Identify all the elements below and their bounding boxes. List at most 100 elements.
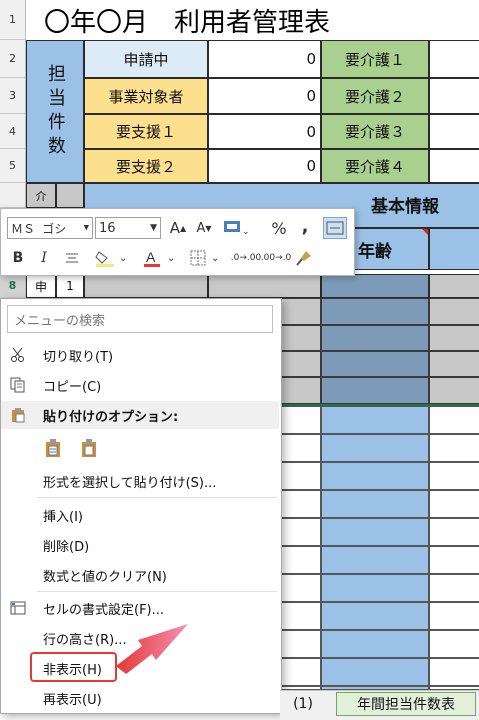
grid-cell[interactable]: [280, 602, 321, 630]
grid-cell[interactable]: [321, 351, 429, 377]
status-cell-1[interactable]: 事業対象者: [84, 78, 208, 114]
row-header-8[interactable]: 8: [0, 274, 26, 298]
menu-item-paste-special[interactable]: 形式を選択して貼り付け(S)...: [1, 467, 279, 495]
grid-cell[interactable]: [429, 462, 479, 490]
count-cell-0[interactable]: 0: [208, 40, 321, 78]
decrease-decimal-button[interactable]: .00→.0: [261, 247, 291, 269]
header-small-a[interactable]: 介: [26, 183, 56, 208]
menu-item-delete[interactable]: 削除(D): [1, 531, 279, 559]
font-name-dropdown[interactable]: ＭＳ ゴシ ▼: [7, 217, 93, 239]
menu-item-clear[interactable]: 数式と値のクリア(N): [1, 561, 279, 589]
sheet-tab-1[interactable]: (1): [280, 692, 326, 716]
care-value-1[interactable]: [429, 78, 479, 114]
menu-search-input[interactable]: メニューの検索: [7, 305, 273, 333]
grid-cell[interactable]: [321, 658, 429, 686]
sheet-tab-annual[interactable]: 年間担当件数表: [336, 692, 476, 716]
row8-cell-e[interactable]: [429, 274, 479, 298]
grid-cell[interactable]: [429, 602, 479, 630]
accounting-format-button[interactable]: ⌄: [219, 217, 251, 239]
row8-age-cell[interactable]: [321, 274, 429, 298]
grid-cell[interactable]: [321, 325, 429, 351]
grid-cell[interactable]: [280, 325, 321, 351]
grid-cell[interactable]: [429, 434, 479, 462]
menu-item-copy[interactable]: コピー(C): [1, 371, 279, 399]
grid-cell[interactable]: [321, 630, 429, 658]
grid-cell[interactable]: [429, 658, 479, 686]
row-header-5[interactable]: 5: [0, 149, 26, 183]
care-cell-0[interactable]: 要介護１: [321, 40, 429, 78]
menu-item-unhide[interactable]: 再表示(U): [1, 684, 279, 712]
borders-button[interactable]: ⌄: [187, 247, 223, 269]
sheet-title[interactable]: 〇年〇月 利用者管理表: [44, 2, 330, 38]
row-header-3[interactable]: 3: [0, 78, 26, 114]
row8-cell-b[interactable]: 1: [56, 274, 84, 298]
grid-cell[interactable]: [429, 351, 479, 377]
row-header-2[interactable]: 2: [0, 40, 26, 78]
grid-cell[interactable]: [280, 518, 321, 546]
care-value-3[interactable]: [429, 149, 479, 183]
comma-button[interactable]: ,: [295, 215, 315, 237]
row-header-1[interactable]: 1: [0, 0, 26, 40]
care-value-2[interactable]: [429, 114, 479, 149]
increase-decimal-button[interactable]: .0→.00: [231, 247, 261, 269]
care-cell-2[interactable]: 要介護３: [321, 114, 429, 149]
grid-cell[interactable]: [280, 574, 321, 602]
paste-values-icon[interactable]: [79, 438, 99, 458]
menu-item-insert[interactable]: 挿入(I): [1, 501, 279, 529]
grid-cell[interactable]: [429, 546, 479, 574]
menu-item-cut[interactable]: 切り取り(T): [1, 341, 279, 369]
grid-cell[interactable]: [429, 518, 479, 546]
row-header-6[interactable]: [0, 183, 26, 208]
grid-cell[interactable]: [280, 406, 321, 434]
grow-font-button[interactable]: A ▲: [167, 217, 189, 239]
grid-cell[interactable]: [280, 490, 321, 518]
row8-cell-d[interactable]: [208, 274, 321, 298]
grid-cell[interactable]: [321, 602, 429, 630]
align-center-button[interactable]: [61, 247, 83, 269]
care-cell-3[interactable]: 要介護４: [321, 149, 429, 183]
row-header-4[interactable]: 4: [0, 114, 26, 149]
shrink-font-button[interactable]: A ▼: [193, 217, 215, 239]
grid-cell[interactable]: [280, 462, 321, 490]
status-cell-2[interactable]: 要支援１: [84, 114, 208, 149]
left-label-tantou[interactable]: 担当件数: [26, 40, 84, 183]
count-cell-2[interactable]: 0: [208, 114, 321, 149]
font-size-dropdown[interactable]: 16 ▼: [95, 217, 161, 239]
grid-cell[interactable]: [321, 298, 429, 325]
grid-cell[interactable]: [321, 434, 429, 462]
row8-cell-c[interactable]: [84, 274, 208, 298]
grid-cell[interactable]: [429, 574, 479, 602]
paste-icon[interactable]: [43, 438, 63, 458]
grid-cell[interactable]: [321, 518, 429, 546]
grid-cell[interactable]: [280, 351, 321, 377]
grid-cell[interactable]: [321, 546, 429, 574]
care-value-0[interactable]: [429, 40, 479, 78]
grid-cell[interactable]: [280, 630, 321, 658]
count-cell-3[interactable]: 0: [208, 149, 321, 183]
italic-button[interactable]: I: [33, 247, 55, 269]
menu-item-format-cells[interactable]: セルの書式設定(F)...: [1, 594, 279, 622]
grid-cell[interactable]: [280, 298, 321, 325]
status-cell-3[interactable]: 要支援２: [84, 149, 208, 183]
grid-cell[interactable]: [321, 377, 429, 404]
grid-cell[interactable]: [321, 490, 429, 518]
bold-button[interactable]: B: [7, 247, 29, 269]
grid-cell[interactable]: [280, 658, 321, 686]
grid-cell[interactable]: [280, 546, 321, 574]
selected-rows-block[interactable]: [280, 298, 479, 404]
status-cell-0[interactable]: 申請中: [84, 40, 208, 78]
grid-cell[interactable]: [321, 406, 429, 434]
grid-cell[interactable]: [429, 298, 479, 325]
grid-cell[interactable]: [280, 434, 321, 462]
fill-color-button[interactable]: ⌄: [91, 247, 131, 269]
header-cell-right[interactable]: [429, 228, 479, 270]
grid-cell[interactable]: [429, 377, 479, 404]
grid-cell[interactable]: [429, 630, 479, 658]
grid-cell[interactable]: [321, 462, 429, 490]
count-cell-1[interactable]: 0: [208, 78, 321, 114]
grid-cell[interactable]: [429, 325, 479, 351]
grid-cell[interactable]: [280, 377, 321, 404]
grid-cell[interactable]: [321, 574, 429, 602]
care-cell-1[interactable]: 要介護２: [321, 78, 429, 114]
format-painter-button[interactable]: [293, 247, 315, 269]
